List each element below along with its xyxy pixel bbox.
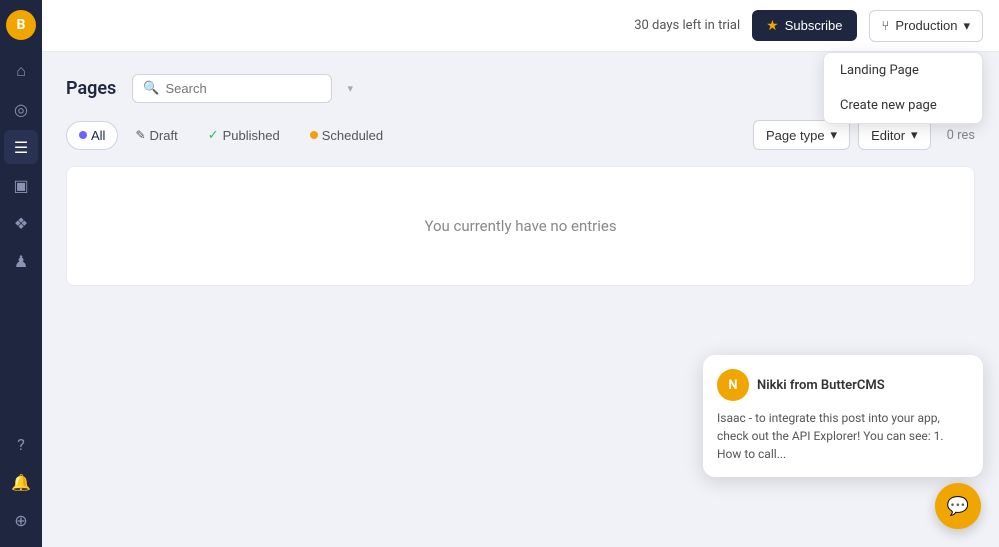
search-icon: 🔍 — [143, 81, 159, 96]
production-button[interactable]: ⑂ Production ▾ — [869, 10, 984, 42]
chat-header: N Nikki from ButterCMS — [717, 369, 969, 401]
right-filters: Page type ▾ Editor ▾ 0 res — [753, 120, 975, 150]
subscribe-button[interactable]: ★ Subscribe — [752, 10, 856, 41]
filter-published-button[interactable]: ✓ Published — [195, 120, 293, 150]
chat-message: Isaac - to integrate this post into your… — [717, 409, 969, 463]
chevron-down-icon: ▾ — [831, 127, 838, 143]
filter-draft-button[interactable]: ✎ Draft — [122, 121, 190, 150]
chevron-down-icon: ▾ — [348, 82, 354, 95]
chat-widget: N Nikki from ButterCMS Isaac - to integr… — [703, 355, 983, 477]
sidebar-logo[interactable]: B — [6, 10, 36, 40]
dropdown-menu: Landing Page Create new page — [823, 52, 983, 124]
chat-icon: 💬 — [947, 496, 969, 517]
filters-row: All ✎ Draft ✓ Published Scheduled Page t… — [66, 120, 975, 150]
topbar: 30 days left in trial ★ Subscribe ⑂ Prod… — [42, 0, 999, 52]
sidebar-item-settings[interactable]: ⊕ — [4, 503, 38, 537]
header-left: Pages 🔍 ▾ — [66, 74, 332, 103]
sidebar-item-users[interactable]: ♟ — [4, 244, 38, 278]
page-type-button[interactable]: Page type ▾ — [753, 120, 850, 150]
filter-all-button[interactable]: All — [66, 121, 118, 150]
scheduled-dot-icon — [310, 131, 318, 139]
search-box[interactable]: 🔍 ▾ — [132, 74, 332, 103]
branch-icon: ⑂ — [882, 18, 890, 33]
sidebar-item-blog[interactable]: ◎ — [4, 92, 38, 126]
chat-fab-button[interactable]: 💬 — [935, 483, 981, 529]
trial-text: 30 days left in trial — [634, 18, 740, 33]
check-icon: ✓ — [208, 127, 219, 143]
filter-scheduled-button[interactable]: Scheduled — [297, 121, 396, 150]
chat-name: Nikki from ButterCMS — [757, 378, 885, 393]
sidebar-bottom: ? 🔔 ⊕ — [4, 427, 38, 537]
sidebar-item-components[interactable]: ❖ — [4, 206, 38, 240]
sidebar-item-pages[interactable]: ☰ — [4, 130, 38, 164]
sidebar: B ⌂ ◎ ☰ ▣ ❖ ♟ ? 🔔 ⊕ — [0, 0, 42, 547]
filter-group: All ✎ Draft ✓ Published Scheduled — [66, 120, 396, 150]
sidebar-item-help[interactable]: ? — [4, 427, 38, 461]
page-title: Pages — [66, 78, 116, 99]
dropdown-item-landing-page[interactable]: Landing Page — [824, 53, 982, 88]
all-dot-icon — [79, 131, 87, 139]
dropdown-item-create-new-page[interactable]: Create new page — [824, 88, 982, 123]
chevron-down-icon: ▾ — [911, 127, 918, 143]
edit-icon: ✎ — [135, 128, 145, 142]
results-count: 0 res — [947, 128, 975, 143]
sidebar-item-home[interactable]: ⌂ — [4, 54, 38, 88]
search-input[interactable] — [166, 81, 342, 96]
empty-state: You currently have no entries — [66, 166, 975, 286]
chevron-down-icon: ▾ — [963, 18, 970, 34]
editor-button[interactable]: Editor ▾ — [858, 120, 931, 150]
sidebar-item-media[interactable]: ▣ — [4, 168, 38, 202]
star-icon: ★ — [766, 17, 779, 34]
sidebar-item-notifications[interactable]: 🔔 — [4, 465, 38, 499]
avatar: N — [717, 369, 749, 401]
